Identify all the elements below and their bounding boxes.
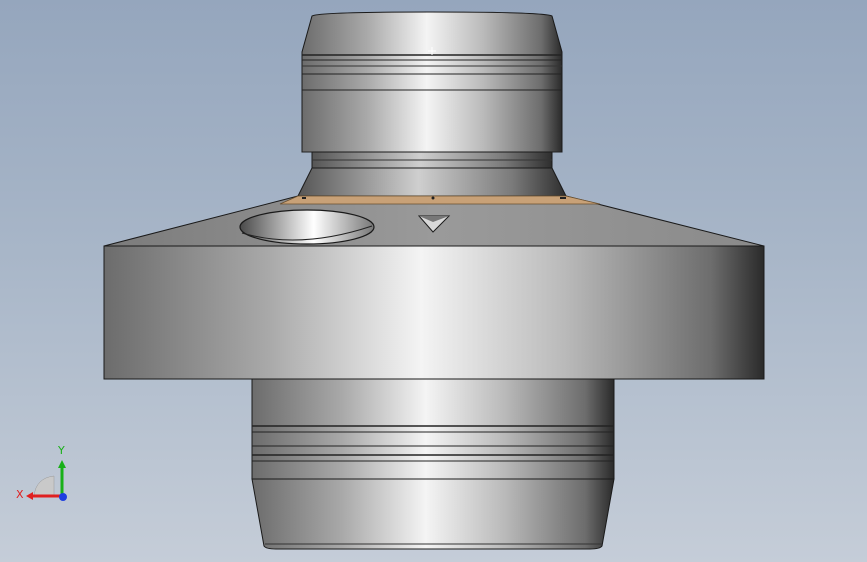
mounting-hole[interactable] bbox=[239, 209, 375, 245]
3d-part-model[interactable] bbox=[0, 0, 867, 562]
z-axis-dot bbox=[59, 493, 67, 501]
graphics-viewport[interactable]: Y X bbox=[0, 0, 867, 562]
orientation-triad[interactable]: Y X bbox=[14, 442, 74, 506]
top-cylinder[interactable] bbox=[301, 11, 563, 153]
neck-groove[interactable] bbox=[297, 151, 567, 197]
x-axis-label: X bbox=[16, 488, 24, 501]
bottom-taper[interactable] bbox=[251, 478, 615, 550]
y-axis-label: Y bbox=[57, 444, 65, 457]
triad-plane-shading bbox=[33, 475, 55, 497]
flange-cylinder[interactable] bbox=[103, 245, 765, 380]
x-axis-arrowhead bbox=[26, 492, 33, 500]
y-axis-arrowhead bbox=[58, 460, 66, 468]
lower-cylinder[interactable] bbox=[251, 378, 615, 480]
